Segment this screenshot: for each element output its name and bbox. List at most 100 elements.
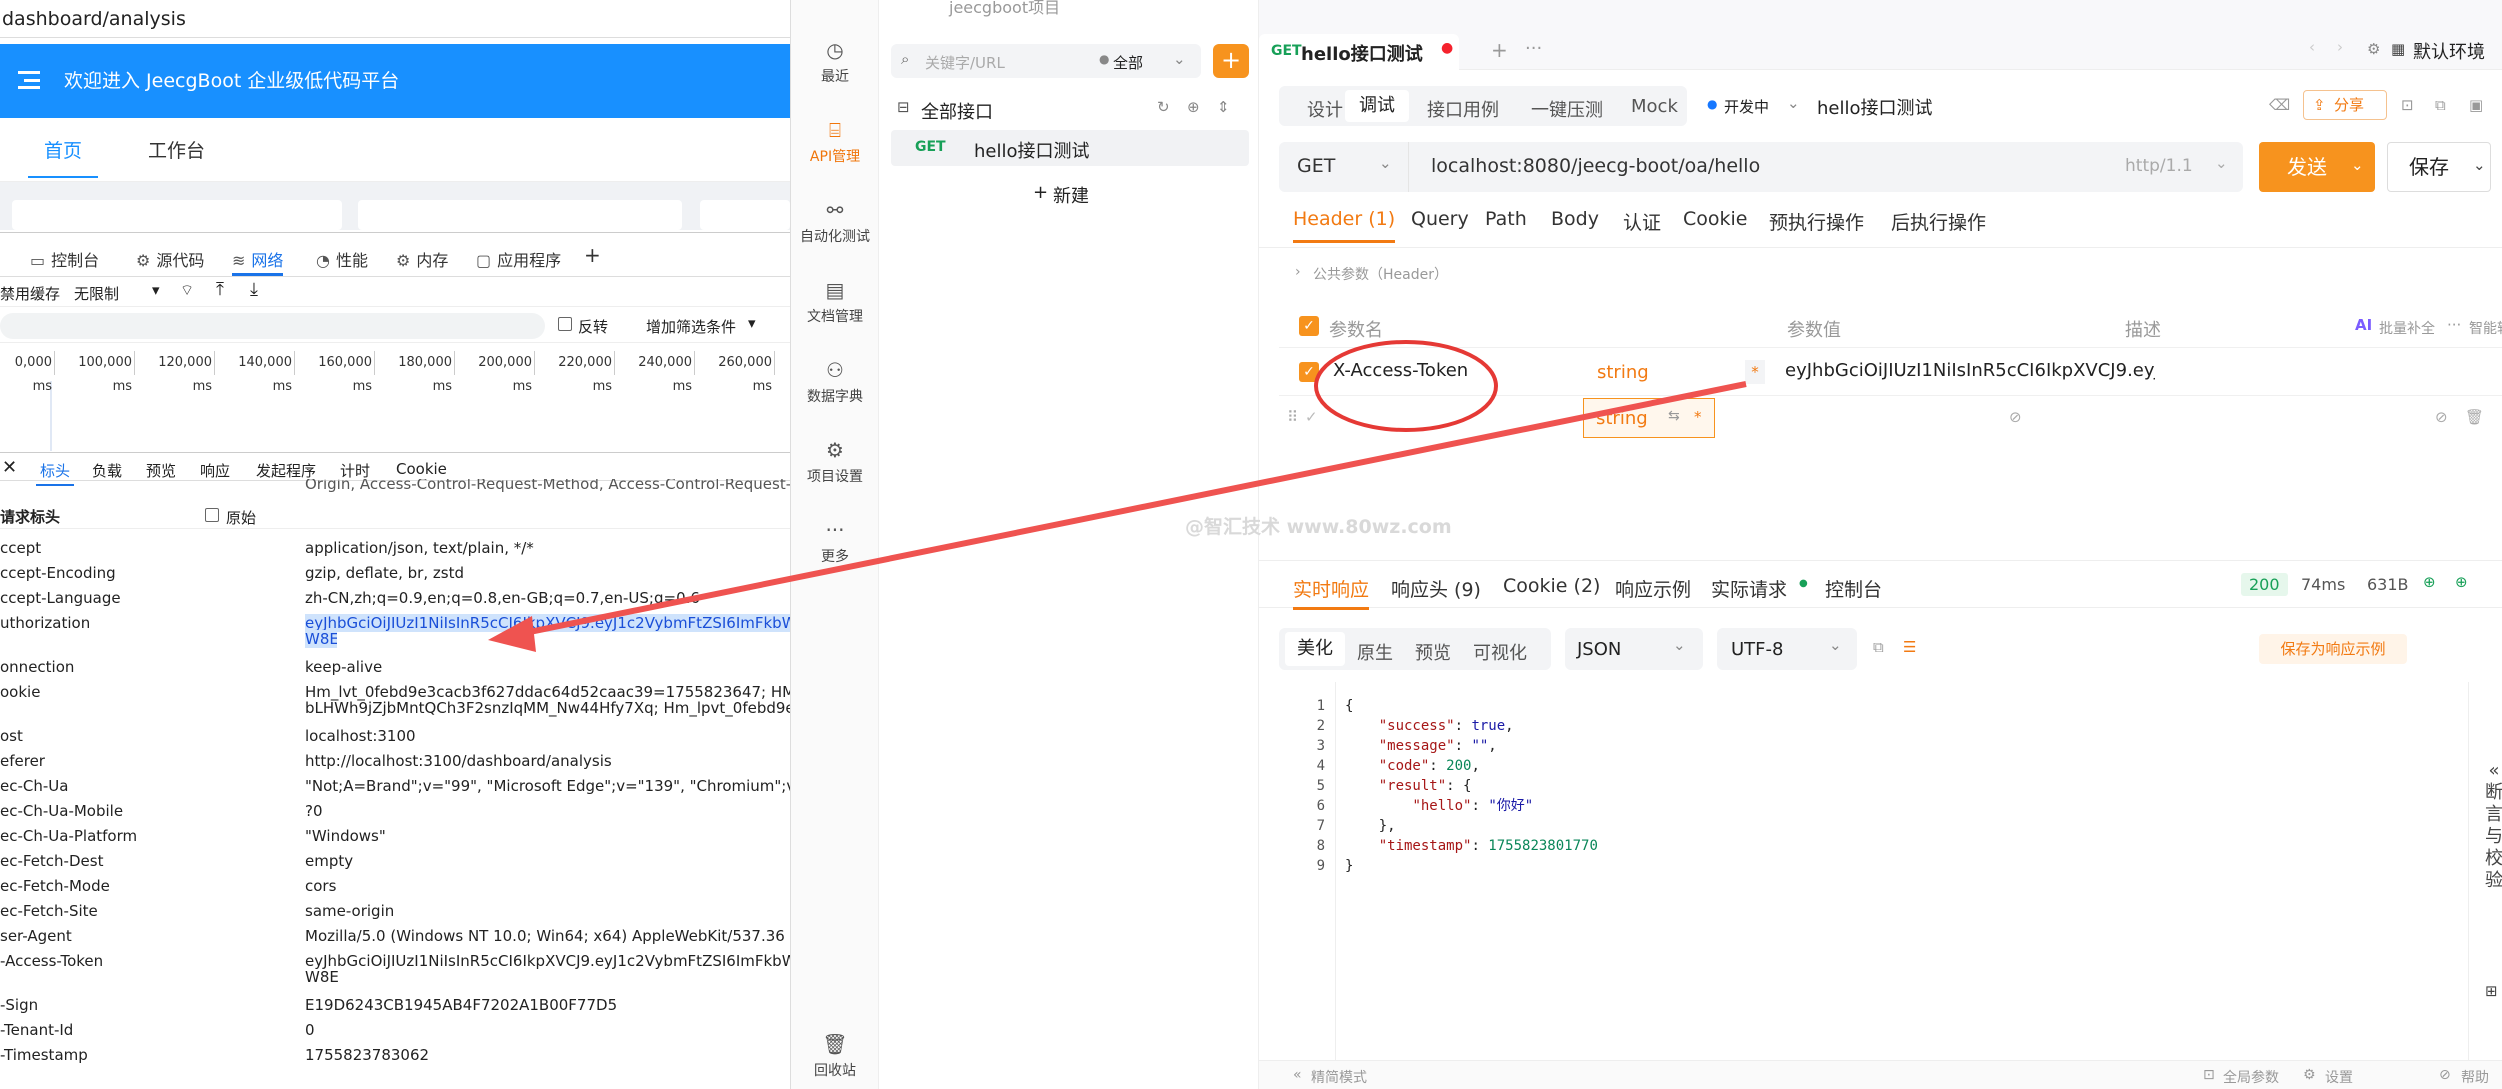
network-conditions-icon[interactable]: ⌔ <box>180 281 194 300</box>
tab-application[interactable]: ▢ 应用程序 <box>476 247 561 271</box>
url-input[interactable]: localhost:8080/jeecg-boot/oa/hello <box>1431 155 1760 177</box>
upload-icon[interactable]: ⤒ <box>216 279 224 300</box>
mode-cases[interactable]: 接口用例 <box>1427 96 1499 122</box>
api-name[interactable]: hello接口测试 <box>1817 94 1933 120</box>
menu-icon[interactable] <box>18 71 40 89</box>
tree-search[interactable]: ⌕ 关键字/URL ● 全部 ⌄ <box>891 44 1201 78</box>
search-input[interactable]: 关键字/URL <box>925 52 1005 73</box>
sidebar-item-docs[interactable]: ▤ 文档管理 <box>791 278 879 326</box>
tab-realtime[interactable]: 实时响应 <box>1293 575 1370 610</box>
save-example-button[interactable]: 保存为响应示例 <box>2259 634 2407 664</box>
tab-post-ops[interactable]: 后执行操作 <box>1891 208 1986 235</box>
type-select-empty[interactable]: string ⇆ * <box>1583 398 1715 438</box>
new-button[interactable]: 新建 <box>1053 182 1089 208</box>
sidebar-item-more[interactable]: ··· 更多 <box>791 518 879 566</box>
subtab-initiator[interactable]: 发起程序 <box>256 460 316 481</box>
more-icon[interactable]: ··· <box>2447 316 2461 334</box>
chevron-down-icon[interactable]: ⌄ <box>1173 50 1186 68</box>
request-tab[interactable]: GET hello接口测试 ● <box>1259 34 1459 70</box>
view-raw[interactable]: 原生 <box>1357 639 1393 665</box>
batch-fill-button[interactable]: 批量补全 <box>2379 318 2435 338</box>
sidebar-item-recent[interactable]: ◷ 最近 <box>791 38 879 86</box>
view-preview[interactable]: 预览 <box>1415 639 1451 665</box>
tab-memory[interactable]: ⚙ 内存 <box>396 247 448 271</box>
chevron-down-icon[interactable]: ⌄ <box>2351 156 2364 174</box>
tab-workbench[interactable]: 工作台 <box>148 136 205 163</box>
subtab-cookie[interactable]: Cookie <box>396 460 447 478</box>
invert-checkbox[interactable] <box>558 317 572 331</box>
filter-input[interactable] <box>0 313 545 339</box>
env-select[interactable]: 默认环境 <box>2413 38 2485 64</box>
tab-resp-example[interactable]: 响应示例 <box>1615 575 1691 602</box>
new-tab-button[interactable]: + <box>1491 38 1508 62</box>
add-tab-button[interactable]: + <box>584 243 601 267</box>
close-icon[interactable]: ✕ <box>2 457 17 478</box>
copy-icon[interactable]: ⧉ <box>1873 638 1884 656</box>
row-checkbox[interactable]: ✓ <box>1299 362 1319 382</box>
sidebar-item-api[interactable]: ⌸ API管理 <box>791 118 879 166</box>
subtab-payload[interactable]: 负载 <box>92 460 122 481</box>
tab-query[interactable]: Query <box>1411 208 1469 230</box>
globe-icon[interactable]: ⊕ <box>2423 573 2436 591</box>
add-button[interactable]: + <box>1213 44 1249 78</box>
sidebar-item-trash[interactable]: 🗑 回收站 <box>791 1032 879 1080</box>
chevron-down-icon[interactable]: ⌄ <box>2473 156 2486 174</box>
select-all-checkbox[interactable]: ✓ <box>1299 316 1319 336</box>
param-value[interactable]: eyJhbGciOiJIUzI1NiIsInR5cCI6IkpXVCJ9.eyJ… <box>1785 360 2155 381</box>
tab-pre-ops[interactable]: 预执行操作 <box>1769 208 1864 235</box>
layout-icon[interactable]: ⊞ <box>2485 982 2498 1000</box>
mode-load-test[interactable]: 一键压测 <box>1531 96 1603 122</box>
compact-mode-button[interactable]: « <box>1293 1067 1302 1083</box>
subtab-headers[interactable]: 标头 <box>36 460 75 486</box>
row-checkbox[interactable]: ✓ <box>1305 408 1318 426</box>
prev-icon[interactable]: ‹ <box>2309 38 2315 56</box>
tab-resp-headers[interactable]: 响应头 (9) <box>1391 575 1481 602</box>
subtab-timing[interactable]: 计时 <box>340 460 370 481</box>
chevron-down-icon[interactable]: ▾ <box>152 281 160 299</box>
tab-home[interactable]: 首页 <box>27 136 99 178</box>
method-select[interactable]: GET ⌄ <box>1279 142 1409 192</box>
assertion-panel-tab[interactable]: « 断言与校验 <box>2485 760 2502 910</box>
tab-console[interactable]: ▭ 控制台 <box>30 247 99 271</box>
tab-sources[interactable]: ⚙ 源代码 <box>136 247 204 271</box>
tab-cookie[interactable]: Cookie <box>1683 208 1748 230</box>
refresh-icon[interactable]: ↻ <box>1157 98 1170 116</box>
gear-icon[interactable]: ⚙ <box>2367 40 2380 58</box>
tree-root[interactable]: 全部接口 <box>921 98 993 124</box>
lock-icon[interactable]: ⊡ <box>2401 96 2414 114</box>
param-name[interactable]: X-Access-Token <box>1333 360 1468 381</box>
tab-resp-cookie[interactable]: Cookie (2) <box>1503 575 1600 597</box>
param-type[interactable]: string <box>1597 362 1649 383</box>
copy-icon[interactable]: ⧉ <box>2435 96 2446 114</box>
help-button[interactable]: 帮助 <box>2461 1067 2489 1087</box>
chevron-down-icon[interactable]: ⌄ <box>1787 94 1800 112</box>
required-flag[interactable]: * <box>1745 360 1765 384</box>
delete-icon[interactable]: 🗑 <box>2465 408 2484 426</box>
chevron-down-icon[interactable]: ⌄ <box>2215 154 2228 172</box>
tab-performance[interactable]: ◔ 性能 <box>316 247 368 271</box>
tab-path[interactable]: Path <box>1485 208 1527 230</box>
tab-console[interactable]: 控制台 <box>1825 575 1882 602</box>
disable-cache-label[interactable]: 禁用缓存 <box>0 283 60 304</box>
settings-button[interactable]: 设置 <box>2325 1067 2353 1087</box>
global-params-button[interactable]: 全局参数 <box>2223 1067 2279 1087</box>
address-bar[interactable]: dashboard/analysis <box>0 0 790 38</box>
next-icon[interactable]: › <box>2337 38 2343 56</box>
clear-icon[interactable]: ⌫ <box>2269 96 2290 114</box>
more-filters-button[interactable]: 增加筛选条件 <box>646 316 736 337</box>
filter-select[interactable]: 全部 <box>1113 52 1143 73</box>
public-params-toggle[interactable]: › <box>1295 264 1301 280</box>
tab-network[interactable]: ≋ 网络 <box>232 247 284 276</box>
raw-checkbox[interactable] <box>205 508 219 522</box>
compact-mode-label[interactable]: 精简模式 <box>1311 1067 1367 1087</box>
format-select[interactable]: JSON ⌄ <box>1565 628 1703 670</box>
encoding-select[interactable]: UTF-8 ⌄ <box>1717 628 1857 670</box>
throttle-select[interactable]: 无限制 <box>74 283 119 304</box>
tab-actual-request[interactable]: 实际请求 <box>1711 575 1787 602</box>
mode-debug[interactable]: 调试 <box>1345 90 1409 122</box>
expand-icon[interactable]: ⇕ <box>1217 98 1230 116</box>
settings-icon[interactable]: ⊘ <box>2435 408 2448 426</box>
variable-icon[interactable]: ⊘ <box>2009 408 2022 426</box>
view-visual[interactable]: 可视化 <box>1473 639 1527 665</box>
locate-icon[interactable]: ⊕ <box>1187 98 1200 116</box>
